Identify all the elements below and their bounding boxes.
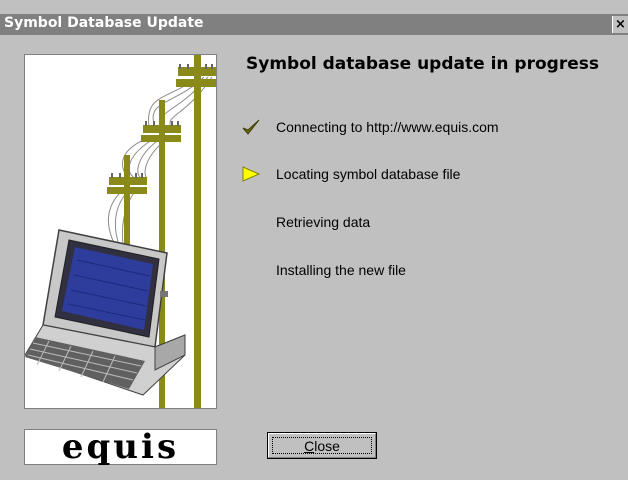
close-button-label: Close [304,438,340,454]
progress-heading: Symbol database update in progress [246,54,599,74]
symbol-update-dialog: Symbol Database Update × equis Symbol da… [0,0,628,480]
close-button[interactable]: Close [267,432,377,459]
network-illustration [24,54,217,409]
step-label: Locating symbol database file [276,166,461,182]
checkmark-icon [240,117,262,137]
title-close-icon[interactable]: × [612,16,628,33]
arrow-right-icon [240,164,262,184]
step-label: Connecting to http://www.equis.com [276,119,499,135]
step-label: Installing the new file [276,262,406,278]
laptop-power-lines-illustration [25,55,216,408]
equis-logo: equis [24,429,217,465]
title-bar[interactable]: Symbol Database Update × [0,14,628,35]
step-label: Retrieving data [276,214,371,230]
window-title: Symbol Database Update [4,15,204,31]
equis-logo-text: equis [61,427,180,467]
